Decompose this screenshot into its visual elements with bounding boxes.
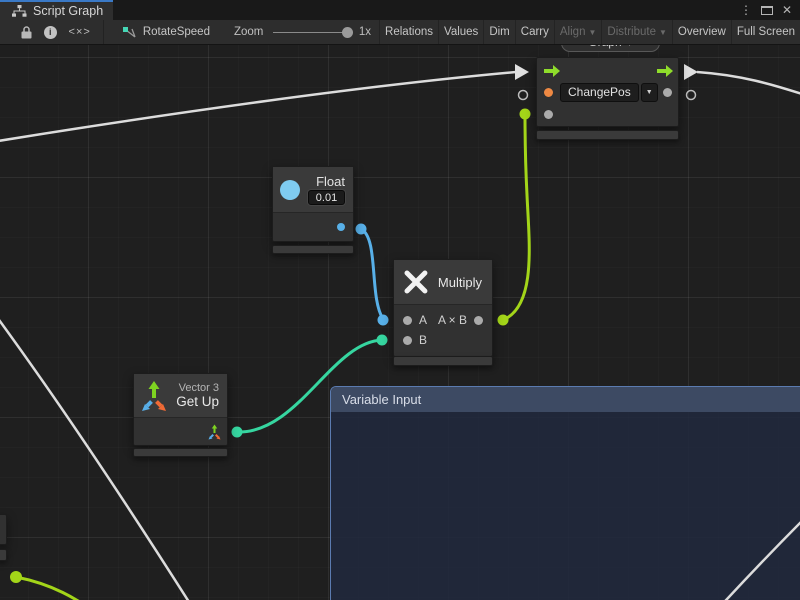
- relations-button[interactable]: Relations: [379, 20, 438, 45]
- lock-icon: [21, 26, 32, 39]
- graph-hierarchy-icon: [12, 5, 27, 17]
- code-view-button[interactable]: <×>: [62, 20, 97, 45]
- changepos-dropdown[interactable]: ChangePos: [560, 83, 639, 102]
- output-label: A × B: [438, 313, 467, 327]
- port-blue-float-out[interactable]: [356, 224, 367, 235]
- event-graph-chip[interactable]: Graph ▾: [561, 45, 660, 52]
- zoom-slider-handle[interactable]: [342, 27, 353, 38]
- float-value-icon: [280, 180, 300, 200]
- lock-button[interactable]: [14, 20, 38, 45]
- offscreen-node-footer: [0, 549, 7, 561]
- event-node[interactable]: ChangePos ▼: [536, 57, 679, 127]
- chevron-down-icon: ▼: [646, 89, 653, 96]
- port-lime-multiply-out[interactable]: [498, 315, 509, 326]
- carry-button[interactable]: Carry: [515, 20, 554, 45]
- port-teal-multiply-b[interactable]: [377, 335, 388, 346]
- dropdown-caret-button[interactable]: ▼: [641, 83, 658, 102]
- flow-port-arrow-in[interactable]: [515, 64, 529, 80]
- values-button[interactable]: Values: [438, 20, 483, 45]
- port-gray-dot[interactable]: [403, 336, 412, 345]
- port-gray-dot[interactable]: [474, 316, 483, 325]
- chevron-down-icon: ▼: [588, 28, 596, 37]
- fullscreen-button[interactable]: Full Screen: [731, 20, 800, 45]
- distribute-button[interactable]: Distribute▼: [601, 20, 672, 45]
- port-lime-event[interactable]: [520, 109, 531, 120]
- graph-canvas[interactable]: Variable Input: [0, 45, 800, 600]
- graph-reference-button[interactable]: RotateSpeed: [114, 20, 218, 45]
- zoom-slider[interactable]: [273, 20, 353, 45]
- float-node-title: Float: [316, 174, 345, 189]
- window-controls: ⋮ ✕: [740, 0, 800, 20]
- offscreen-node-edge[interactable]: [0, 514, 7, 545]
- wire-teal-vector-to-b: [237, 340, 382, 432]
- tab-title: Script Graph: [33, 4, 103, 18]
- flow-arrow-icon[interactable]: [657, 65, 673, 77]
- multiply-node[interactable]: Multiply A A × B B: [393, 259, 493, 357]
- wire-white-out: [697, 72, 800, 96]
- empty-port-right[interactable]: [687, 91, 696, 100]
- multiply-node-title: Multiply: [438, 275, 482, 290]
- overview-button[interactable]: Overview: [672, 20, 731, 45]
- toolbar-separator: [103, 20, 104, 45]
- graph-reference-label: RotateSpeed: [143, 26, 210, 38]
- float-node[interactable]: Float 0.01: [272, 166, 354, 242]
- port-gray-dot[interactable]: [663, 88, 672, 97]
- float-value-input[interactable]: 0.01: [308, 190, 345, 205]
- maximize-icon[interactable]: [761, 6, 773, 15]
- wire-white-lower-right: [716, 515, 800, 600]
- float-node-footer: [272, 245, 354, 254]
- event-graph-icon: <>: [539, 45, 557, 49]
- vector3-node-title: Get Up: [176, 394, 219, 409]
- flow-arrow-icon[interactable]: [544, 65, 560, 77]
- port-gray-dot[interactable]: [403, 316, 412, 325]
- code-icon: <×>: [69, 26, 91, 38]
- align-button[interactable]: Align▼: [554, 20, 602, 45]
- vector3-node-footer: [133, 448, 228, 457]
- vector3-icon: [140, 380, 168, 412]
- multiply-icon: [404, 270, 428, 294]
- port-blue-multiply-a[interactable]: [378, 315, 389, 326]
- wire-lime-bottom: [16, 577, 102, 600]
- script-graph-window: Script Graph ⋮ ✕ i <×> RotateSpeed: [0, 0, 800, 600]
- port-teal-vector-out[interactable]: [232, 427, 243, 438]
- event-node-footer: [536, 130, 679, 140]
- info-icon: i: [44, 26, 57, 39]
- toolbar-buttons: Relations Values Dim Carry Align▼ Distri…: [379, 20, 800, 45]
- wire-blue-float-to-a: [361, 229, 383, 319]
- port-blue-dot[interactable]: [337, 223, 345, 231]
- vector3-getup-node[interactable]: Vector 3 Get Up: [133, 373, 228, 446]
- close-icon[interactable]: ✕: [782, 4, 792, 16]
- tab-bar: Script Graph ⋮ ✕: [0, 0, 800, 20]
- chevron-down-icon: ▾: [627, 45, 633, 49]
- tab-script-graph[interactable]: Script Graph: [0, 0, 113, 20]
- wire-white-in: [0, 72, 516, 142]
- empty-port-left[interactable]: [519, 91, 528, 100]
- multiply-node-footer: [393, 356, 493, 366]
- port-gray-dot[interactable]: [544, 110, 553, 119]
- port-lime-bottom[interactable]: [10, 571, 22, 583]
- vector3-type-label: Vector 3: [179, 382, 219, 394]
- graph-toolbar: i <×> RotateSpeed Zoom 1x Relations Valu…: [0, 20, 800, 45]
- zoom-slider-track: [273, 32, 353, 33]
- zoom-label: Zoom: [234, 26, 263, 38]
- zoom-value: 1x: [359, 26, 371, 38]
- chevron-down-icon: ▼: [659, 28, 667, 37]
- machine-icon: [122, 26, 137, 39]
- input-b-label: B: [419, 333, 427, 347]
- kebab-menu-icon[interactable]: ⋮: [740, 4, 752, 16]
- dim-button[interactable]: Dim: [483, 20, 514, 45]
- vector3-port-icon[interactable]: [207, 424, 222, 440]
- input-a-label: A: [419, 313, 427, 327]
- port-orange-dot[interactable]: [544, 88, 553, 97]
- info-button[interactable]: i: [38, 20, 62, 45]
- flow-port-arrow-out[interactable]: [684, 64, 698, 80]
- wire-lime-multiply-to-event: [503, 114, 529, 320]
